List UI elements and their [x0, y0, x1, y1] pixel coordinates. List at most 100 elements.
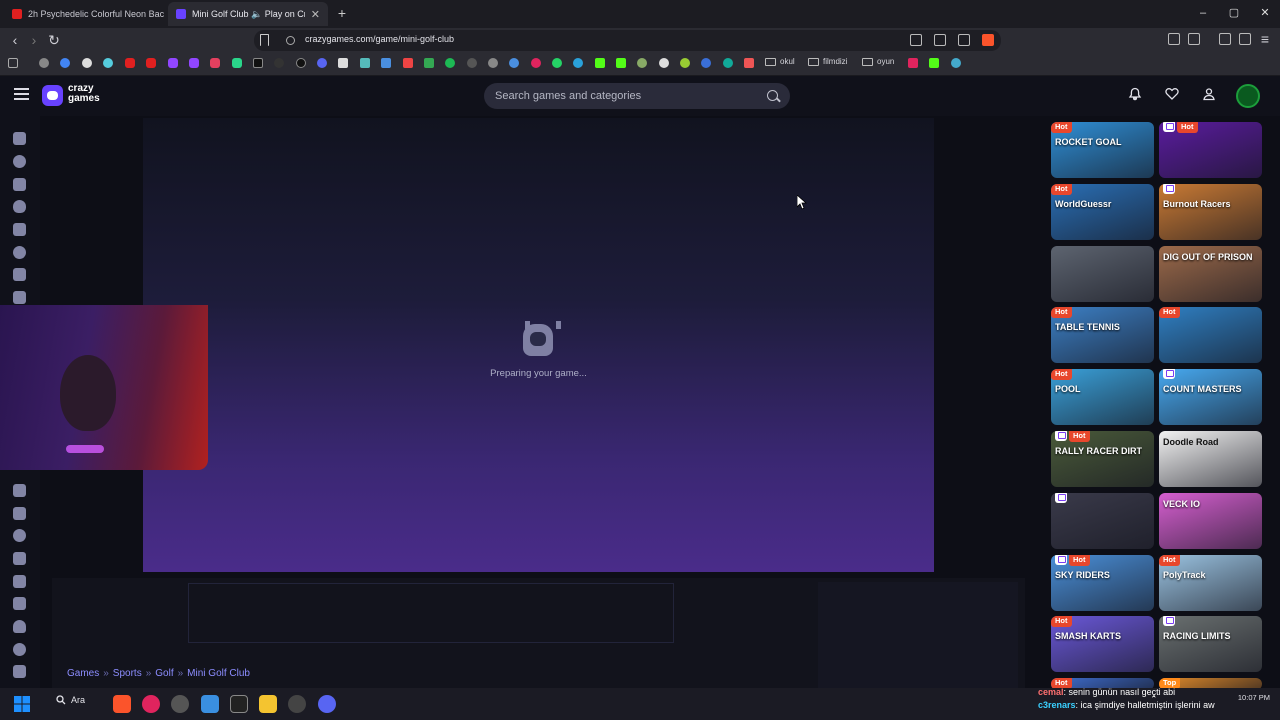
search-icon[interactable]: [767, 90, 778, 101]
category-icon[interactable]: [13, 291, 26, 304]
bookmark-site-icon[interactable]: [82, 58, 92, 68]
discord-icon[interactable]: [317, 58, 327, 68]
bookmark-site-icon[interactable]: [338, 58, 348, 68]
browser-tab[interactable]: 2h Psychedelic Colorful Neon Backgr: [4, 2, 164, 26]
twitch-icon[interactable]: [168, 58, 178, 68]
youtube-icon[interactable]: [146, 58, 156, 68]
bookmark-site-icon[interactable]: [381, 58, 391, 68]
game-frame[interactable]: Preparing your game...: [143, 118, 934, 572]
history-icon[interactable]: [39, 58, 49, 68]
translate-icon[interactable]: [910, 34, 922, 46]
bookmark-site-icon[interactable]: [680, 58, 690, 68]
bookmark-site-icon[interactable]: [360, 58, 370, 68]
new-icon[interactable]: [13, 178, 26, 191]
brave-shield-icon[interactable]: [982, 34, 994, 46]
game-thumbnail[interactable]: VECK IO: [1159, 492, 1262, 549]
telegram-icon[interactable]: [573, 58, 583, 68]
site-info-icon[interactable]: [286, 36, 295, 45]
game-thumbnail[interactable]: Hot POOL: [1051, 369, 1154, 426]
breadcrumb-golf[interactable]: Golf: [155, 668, 173, 679]
app-icon[interactable]: [171, 695, 189, 713]
app-icon[interactable]: [201, 695, 219, 713]
game-thumbnail[interactable]: Hot ROCKET GOAL: [1051, 122, 1154, 178]
game-thumbnail[interactable]: Hot SKY RIDERS: [1051, 554, 1154, 611]
app-icon[interactable]: [288, 695, 306, 713]
bookmark-folder-filmdizi[interactable]: filmdizi: [808, 57, 847, 66]
controller-icon[interactable]: [13, 507, 26, 520]
instagram-icon[interactable]: [210, 58, 220, 68]
search-bar[interactable]: [484, 83, 790, 109]
category-icon[interactable]: [13, 665, 26, 678]
hamburger-menu-icon[interactable]: [14, 88, 29, 100]
game-thumbnail[interactable]: DIG OUT OF PRISON: [1159, 245, 1262, 302]
taskbar-search[interactable]: Ara: [56, 695, 85, 705]
address-bar[interactable]: crazygames.com/game/mini-golf-club: [254, 30, 1001, 51]
share-icon[interactable]: [958, 34, 970, 46]
originals-icon[interactable]: [13, 246, 26, 259]
extensions-icon[interactable]: [1168, 33, 1180, 45]
game-thumbnail[interactable]: Burnout Racers: [1159, 183, 1262, 240]
maximize-button[interactable]: ▢: [1219, 4, 1249, 22]
bell-icon[interactable]: [1125, 86, 1145, 106]
new-tab-button[interactable]: +: [334, 4, 350, 22]
drive-icon[interactable]: [424, 58, 434, 68]
sports-icon[interactable]: [13, 643, 26, 656]
breadcrumb-games[interactable]: Games: [67, 668, 99, 679]
site-logo[interactable]: crazy games: [68, 84, 112, 104]
game-thumbnail[interactable]: COUNT MASTERS: [1159, 369, 1262, 426]
bookmark-site-icon[interactable]: [637, 58, 647, 68]
game-thumbnail[interactable]: Hot RALLY RACER DIRT: [1051, 431, 1154, 487]
bookmark-site-icon[interactable]: [274, 58, 284, 68]
kick-icon[interactable]: [929, 58, 939, 68]
bookmark-site-icon[interactable]: [531, 58, 541, 68]
brave-browser-icon[interactable]: [113, 695, 131, 713]
game-thumbnail[interactable]: Hot WorldGuessr: [1051, 183, 1154, 240]
game-thumbnail[interactable]: Hot SMASH KARTS: [1051, 616, 1154, 673]
menu-icon[interactable]: ≡: [1256, 30, 1274, 48]
tiktok-icon[interactable]: [296, 58, 306, 68]
google-icon[interactable]: [60, 58, 70, 68]
x-icon[interactable]: [253, 58, 263, 68]
bookmark-folder-okul[interactable]: okul: [765, 57, 795, 66]
game-thumbnail[interactable]: Hot: [1159, 122, 1262, 178]
friends-icon[interactable]: [1199, 86, 1219, 106]
forward-button[interactable]: ›: [25, 31, 43, 49]
bookmark-icon[interactable]: [260, 34, 269, 46]
crazygames-logo-icon[interactable]: [42, 85, 63, 106]
twitch-icon[interactable]: [189, 58, 199, 68]
game-thumbnail[interactable]: [1051, 492, 1154, 549]
bookmark-folder-oyun[interactable]: oyun: [862, 57, 894, 66]
bookmark-site-icon[interactable]: [908, 58, 918, 68]
bookmark-site-icon[interactable]: [951, 58, 961, 68]
bookmark-site-icon[interactable]: [659, 58, 669, 68]
kick-icon[interactable]: [595, 58, 605, 68]
bookmark-site-icon[interactable]: [701, 58, 711, 68]
whatsapp-icon[interactable]: [552, 58, 562, 68]
file-explorer-icon[interactable]: [259, 695, 277, 713]
home-icon[interactable]: [13, 132, 26, 145]
bookmark-site-icon[interactable]: [467, 58, 477, 68]
driving-icon[interactable]: [13, 529, 26, 542]
game-thumbnail[interactable]: Hot: [1159, 307, 1262, 364]
reload-button[interactable]: ↻: [45, 31, 63, 49]
kick-icon[interactable]: [616, 58, 626, 68]
browser-tab-active[interactable]: Mini Golf Club 🔈 Play on Crazy ✕: [168, 2, 328, 26]
breadcrumb-current[interactable]: Mini Golf Club: [187, 668, 250, 679]
horror-icon[interactable]: [13, 620, 26, 633]
back-button[interactable]: ‹: [6, 31, 24, 49]
trending-icon[interactable]: [13, 200, 26, 213]
media-icon[interactable]: [1239, 33, 1251, 45]
sidebar-icon[interactable]: [1188, 33, 1200, 45]
apps-grid-icon[interactable]: [8, 58, 18, 68]
bookmark-site-icon[interactable]: [744, 58, 754, 68]
avatar[interactable]: [1236, 84, 1260, 108]
shooting-icon[interactable]: [13, 597, 26, 610]
bookmark-site-icon[interactable]: [403, 58, 413, 68]
reader-icon[interactable]: [934, 34, 946, 46]
game-thumbnail[interactable]: [1051, 245, 1154, 302]
heart-icon[interactable]: [1162, 86, 1182, 106]
bookmark-site-icon[interactable]: [232, 58, 242, 68]
game-thumbnail[interactable]: RACING LIMITS: [1159, 616, 1262, 673]
media-player-icon[interactable]: [142, 695, 160, 713]
close-window-button[interactable]: ✕: [1250, 4, 1280, 22]
